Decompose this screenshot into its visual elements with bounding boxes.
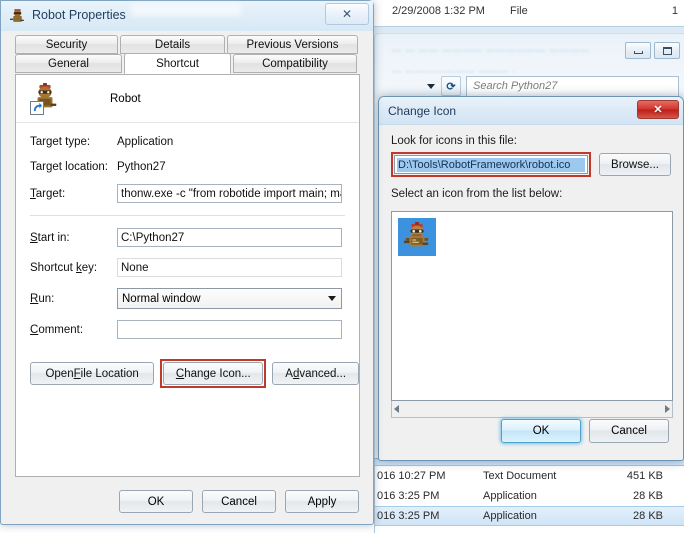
file-date: 016 3:25 PM <box>377 510 440 522</box>
target-type-row: Target type: Application <box>16 129 359 154</box>
close-icon[interactable]: ✕ <box>325 3 369 25</box>
browse-button[interactable]: Browse... <box>599 153 671 176</box>
shortcut-key-input[interactable]: None <box>117 258 342 277</box>
start-in-input[interactable]: C:\Python27 <box>117 228 342 247</box>
tab-security[interactable]: Security <box>15 35 118 54</box>
target-type-value: Application <box>117 135 174 148</box>
icon-path-selected-text: D:\Tools\RobotFramework\robot.ico <box>397 157 585 172</box>
icon-path-red-highlight: D:\Tools\RobotFramework\robot.ico <box>391 152 591 177</box>
robot-properties-dialog: Robot Properties ✕ Security Details Prev… <box>0 0 374 525</box>
cancel-button[interactable]: Cancel <box>202 490 276 513</box>
shortcut-overlay-arrow-icon <box>30 100 44 115</box>
ok-button[interactable]: OK <box>119 490 193 513</box>
target-row: Target: thonw.exe -c "from robotide impo… <box>16 179 359 208</box>
change-icon-button[interactable]: Change Icon... <box>163 362 264 385</box>
file-size: 451 KB <box>626 470 663 482</box>
tab-compatibility[interactable]: Compatibility <box>233 54 357 73</box>
robot-icon <box>403 222 429 247</box>
tab-previous-versions[interactable]: Previous Versions <box>227 35 358 54</box>
ok-button[interactable]: OK <box>501 419 581 443</box>
robot-icon <box>10 9 24 22</box>
explorer-file-list: 016 10:27 PM Text Document 451 KB 016 3:… <box>374 458 684 533</box>
explorer-menubar-blurred: — — —— ———— —————— ———— <box>392 45 590 55</box>
table-row[interactable]: 016 10:27 PM Text Document 451 KB <box>375 466 684 486</box>
run-row: Run: Normal window <box>16 283 359 314</box>
shortcut-display-name: Robot <box>110 92 141 105</box>
chevron-down-icon <box>328 296 336 301</box>
file-size: 28 KB <box>633 490 663 502</box>
file-date: 016 3:25 PM <box>377 490 440 502</box>
target-location-label: Target location: <box>30 160 108 173</box>
maximize-icon[interactable] <box>654 42 680 59</box>
target-location-value: Python27 <box>117 160 166 173</box>
tab-general[interactable]: General <box>15 54 122 73</box>
icon-path-input[interactable]: D:\Tools\RobotFramework\robot.ico <box>394 155 588 174</box>
explorer-header-type: File <box>510 5 528 17</box>
divider <box>30 215 345 216</box>
file-rows-container: 016 10:27 PM Text Document 451 KB 016 3:… <box>375 466 684 526</box>
table-row[interactable]: 016 3:25 PM Application 28 KB <box>375 486 684 506</box>
file-type: Text Document <box>483 470 557 482</box>
file-type: Application <box>483 490 537 502</box>
shortcut-icon-wrap <box>30 82 62 115</box>
shortcut-tab-panel: Robot Target type: Application Target lo… <box>15 74 360 477</box>
comment-label: Comment: <box>30 323 84 336</box>
table-row-selected[interactable]: 016 3:25 PM Application 28 KB <box>375 506 684 526</box>
tab-shortcut[interactable]: Shortcut <box>124 53 231 74</box>
change-icon-title: Change Icon <box>388 104 457 118</box>
explorer-address-search-row: ⟳ Search Python27 <box>374 74 684 98</box>
explorer-window-controls[interactable] <box>625 42 680 59</box>
change-icon-footer: OK Cancel <box>379 402 683 460</box>
properties-titlebar[interactable]: Robot Properties ✕ <box>1 1 373 31</box>
tabs-row-upper: Security Details Previous Versions <box>15 35 360 54</box>
explorer-top-row: 2/29/2008 1:32 PM File 1 <box>370 0 684 26</box>
target-label: Target: <box>30 187 66 200</box>
shortcut-header: Robot <box>16 75 359 123</box>
icon-list-box[interactable] <box>391 211 673 401</box>
apply-button[interactable]: Apply <box>285 490 359 513</box>
start-in-row: Start in: C:\Python27 <box>16 223 359 252</box>
file-date: 016 10:27 PM <box>377 470 446 482</box>
properties-footer: OK Cancel Apply <box>9 490 367 513</box>
target-type-label: Target type: <box>30 135 91 148</box>
shortcut-key-label: Shortcut key: <box>30 261 98 274</box>
search-input[interactable]: Search Python27 <box>466 75 679 97</box>
start-in-label: Start in: <box>30 231 70 244</box>
advanced-button[interactable]: Ad vanced... <box>272 362 359 385</box>
properties-tabstrip: Security Details Previous Versions Gener… <box>9 33 367 74</box>
change-icon-dialog: Change Icon ✕ Look for icons in this fil… <box>378 96 684 461</box>
change-icon-body: Look for icons in this file: D:\Tools\Ro… <box>379 125 683 460</box>
page-title: Robot Properties <box>32 8 126 22</box>
look-for-icons-label: Look for icons in this file: <box>391 135 517 147</box>
shortcut-action-buttons: Open File Location Change Icon... Ad vanc… <box>16 359 359 388</box>
run-selected-value: Normal window <box>122 292 201 305</box>
refresh-icon[interactable]: ⟳ <box>441 76 461 96</box>
tabs-row-lower: General Shortcut Compatibility <box>15 53 359 74</box>
change-icon-titlebar[interactable]: Change Icon ✕ <box>379 97 683 125</box>
robot-icon-item-selected[interactable] <box>398 218 436 256</box>
comment-input[interactable] <box>117 320 342 339</box>
run-select[interactable]: Normal window <box>117 288 342 309</box>
change-icon-red-highlight: Change Icon... <box>160 359 267 388</box>
run-label: Run: <box>30 292 55 305</box>
select-icon-label: Select an icon from the list below: <box>391 188 563 200</box>
icon-path-row: D:\Tools\RobotFramework\robot.ico Browse… <box>391 152 671 177</box>
explorer-header-date: 2/29/2008 1:32 PM <box>392 5 485 17</box>
explorer-header-size: 1 <box>671 5 678 17</box>
shortcut-key-row: Shortcut key: None <box>16 252 359 283</box>
file-size: 28 KB <box>633 510 663 522</box>
comment-row: Comment: <box>16 314 359 345</box>
close-icon[interactable]: ✕ <box>637 100 679 119</box>
target-input[interactable]: thonw.exe -c "from robotide import main;… <box>117 184 342 203</box>
file-type: Application <box>483 510 537 522</box>
minimize-icon[interactable] <box>625 42 651 59</box>
open-file-location-button[interactable]: Open File Location <box>30 362 155 385</box>
cancel-button[interactable]: Cancel <box>589 419 669 443</box>
chevron-down-icon[interactable] <box>424 76 438 96</box>
properties-inner: Security Details Previous Versions Gener… <box>9 33 367 519</box>
tab-details[interactable]: Details <box>120 35 225 54</box>
target-location-row: Target location: Python27 <box>16 154 359 179</box>
